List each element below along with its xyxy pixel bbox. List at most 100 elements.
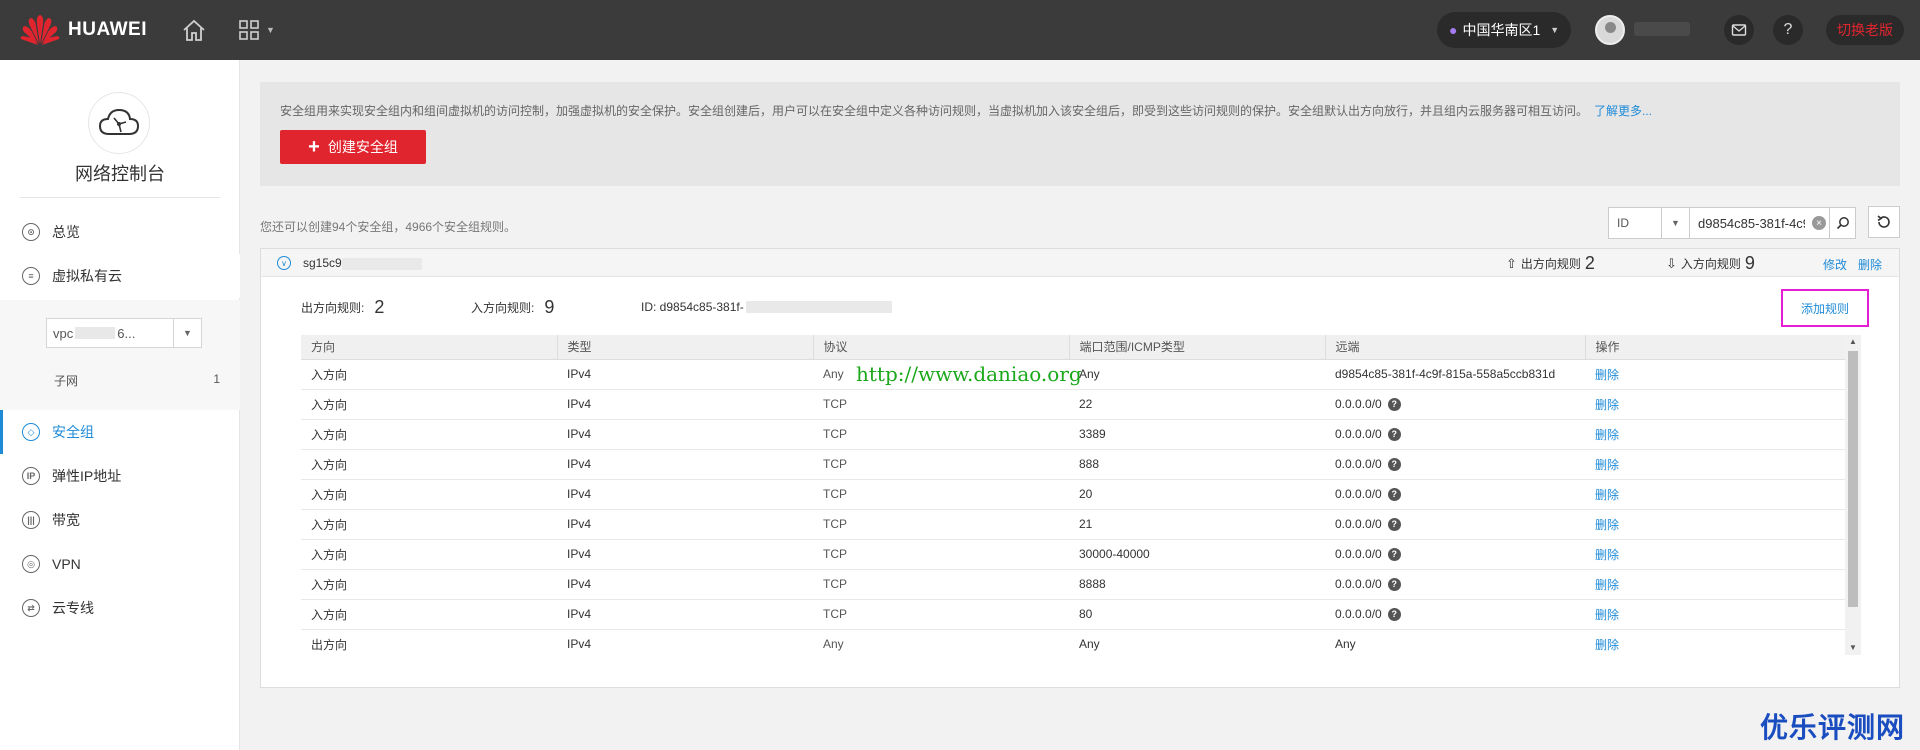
table-cell: 3389 bbox=[1069, 419, 1325, 450]
table-cell: 0.0.0.0/0? bbox=[1325, 599, 1585, 630]
question-icon[interactable]: ? bbox=[1387, 518, 1401, 532]
switch-old-version-button[interactable]: 切换老版 bbox=[1826, 15, 1904, 45]
cell-text: 入方向 bbox=[311, 457, 348, 472]
scroll-down-arrow-icon[interactable]: ▼ bbox=[1845, 641, 1861, 655]
cell-text[interactable]: 删除 bbox=[1595, 578, 1619, 592]
question-icon[interactable]: ? bbox=[1387, 458, 1401, 472]
sidebar-item-eip[interactable]: IP 弹性IP地址 bbox=[0, 454, 240, 498]
cell-text: 0.0.0.0/0 bbox=[1335, 456, 1382, 471]
cell-text[interactable]: 删除 bbox=[1595, 518, 1619, 532]
table-cell: 入方向 bbox=[301, 599, 557, 630]
refresh-button[interactable] bbox=[1868, 206, 1900, 238]
scrollbar-thumb[interactable] bbox=[1848, 351, 1858, 607]
table-row: 入方向 IPv4 TCP 8888 0.0.0.0/0? 删除 bbox=[301, 569, 1845, 600]
cell-text: 888 bbox=[1079, 457, 1100, 471]
delete-group-link[interactable]: 删除 bbox=[1858, 256, 1882, 273]
clear-icon[interactable]: × bbox=[1812, 216, 1826, 230]
info-panel: 安全组用来实现安全组内和组间虚拟机的访问控制，加强虚拟机的安全保护。安全组创建后… bbox=[260, 82, 1900, 186]
question-icon[interactable]: ? bbox=[1387, 608, 1401, 622]
delete-rule-link[interactable]: 删除 bbox=[1585, 629, 1845, 655]
table-row: 入方向 IPv4 TCP 80 0.0.0.0/0? 删除 bbox=[301, 599, 1845, 630]
delete-rule-link[interactable]: 删除 bbox=[1585, 359, 1845, 390]
delete-rule-link[interactable]: 删除 bbox=[1585, 599, 1845, 630]
outbound-rules-stat: 出方向规则: 2 bbox=[301, 297, 384, 318]
delete-rule-link[interactable]: 删除 bbox=[1585, 539, 1845, 570]
direct-connect-icon: ⇄ bbox=[22, 599, 40, 617]
cell-text[interactable]: 删除 bbox=[1595, 608, 1619, 622]
question-icon[interactable]: ? bbox=[1387, 398, 1401, 412]
question-icon[interactable]: ? bbox=[1387, 578, 1401, 592]
delete-rule-link[interactable]: 删除 bbox=[1585, 509, 1845, 540]
watermark-site-name: 优乐评测网 bbox=[1760, 712, 1906, 743]
inbound-rules-stat: 入方向规则: 9 bbox=[471, 297, 554, 318]
mail-icon bbox=[1731, 24, 1747, 36]
edit-group-link[interactable]: 修改 bbox=[1823, 256, 1847, 273]
cell-text[interactable]: 删除 bbox=[1595, 398, 1619, 412]
cell-text[interactable]: 删除 bbox=[1595, 548, 1619, 562]
cell-text: 8888 bbox=[1079, 577, 1106, 591]
cell-text[interactable]: 删除 bbox=[1595, 488, 1619, 502]
info-description: 安全组用来实现安全组内和组间虚拟机的访问控制，加强虚拟机的安全保护。安全组创建后… bbox=[280, 102, 1652, 119]
sidebar-item-vpc[interactable]: ≡ 虚拟私有云 bbox=[0, 254, 240, 298]
sidebar-item-vpn[interactable]: ◎ VPN bbox=[0, 542, 240, 586]
scroll-up-arrow-icon[interactable]: ▲ bbox=[1845, 335, 1861, 349]
service-list-button[interactable]: ▼ bbox=[238, 17, 280, 43]
question-icon[interactable]: ? bbox=[1387, 548, 1401, 562]
cell-text[interactable]: 删除 bbox=[1595, 428, 1619, 442]
table-cell: 8888 bbox=[1069, 569, 1325, 600]
table-cell: TCP bbox=[813, 569, 1069, 600]
chevron-down-icon: ▼ bbox=[1661, 208, 1689, 238]
sidebar-item-overview[interactable]: ⊙ 总览 bbox=[0, 210, 240, 254]
cell-text: 30000-40000 bbox=[1079, 547, 1150, 561]
delete-rule-link[interactable]: 删除 bbox=[1585, 569, 1845, 600]
huawei-logo[interactable]: HUAWEI bbox=[20, 14, 147, 46]
cell-text: TCP bbox=[823, 397, 847, 411]
search-type-select[interactable]: ID ▼ bbox=[1608, 207, 1690, 239]
help-button[interactable]: ? bbox=[1773, 15, 1803, 45]
sidebar-item-direct-connect[interactable]: ⇄ 云专线 bbox=[0, 586, 240, 630]
delete-rule-link[interactable]: 删除 bbox=[1585, 389, 1845, 420]
sidebar-item-bandwidth[interactable]: ||| 带宽 bbox=[0, 498, 240, 542]
sidebar-item-security-group[interactable]: ◇ 安全组 bbox=[0, 410, 240, 454]
cell-text[interactable]: 删除 bbox=[1595, 458, 1619, 472]
stats-inbound-count: 9 bbox=[544, 297, 555, 317]
cell-text: IPv4 bbox=[567, 547, 592, 561]
mail-button[interactable] bbox=[1724, 15, 1754, 45]
stats-outbound-count: 2 bbox=[374, 297, 385, 317]
group-name-prefix: sg15c9 bbox=[303, 256, 342, 270]
delete-rule-link[interactable]: 删除 bbox=[1585, 449, 1845, 480]
vpc-dropdown[interactable]: vpc 6... ▼ bbox=[46, 318, 202, 348]
search-button[interactable] bbox=[1830, 207, 1856, 239]
cell-text: 入方向 bbox=[311, 547, 348, 562]
question-icon[interactable]: ? bbox=[1387, 428, 1401, 442]
delete-rule-link[interactable]: 删除 bbox=[1585, 479, 1845, 510]
cell-text: 0.0.0.0/0 bbox=[1335, 606, 1382, 621]
column-header: 远端 bbox=[1325, 335, 1586, 360]
cell-text: 3389 bbox=[1079, 427, 1106, 441]
add-rule-button[interactable]: 添加规则 bbox=[1781, 289, 1869, 327]
region-selector[interactable]: ● 中国华南区1 ▼ bbox=[1437, 12, 1571, 48]
table-cell: 0.0.0.0/0? bbox=[1325, 449, 1585, 480]
column-header: 操作 bbox=[1585, 335, 1846, 360]
search-input[interactable] bbox=[1690, 207, 1830, 239]
cell-text: IPv4 bbox=[567, 427, 592, 441]
user-avatar[interactable] bbox=[1595, 15, 1625, 45]
sidebar-item-label: VPN bbox=[52, 556, 81, 572]
cell-text[interactable]: 删除 bbox=[1595, 368, 1619, 382]
cell-text: IPv4 bbox=[567, 637, 592, 651]
cell-text: 0.0.0.0/0 bbox=[1335, 576, 1382, 591]
collapse-icon[interactable]: ∨ bbox=[277, 256, 291, 270]
security-group-name[interactable]: sg15c9 bbox=[303, 256, 422, 270]
sidebar-item-subnet[interactable]: 子网 1 bbox=[54, 372, 220, 389]
username-redacted[interactable] bbox=[1634, 22, 1690, 36]
cell-text[interactable]: 删除 bbox=[1595, 638, 1619, 652]
vpc-name-prefix: vpc bbox=[53, 325, 74, 341]
home-button[interactable] bbox=[180, 16, 208, 44]
delete-rule-link[interactable]: 删除 bbox=[1585, 419, 1845, 450]
table-cell: 入方向 bbox=[301, 569, 557, 600]
cell-text: 入方向 bbox=[311, 397, 348, 412]
create-security-group-button[interactable]: + 创建安全组 bbox=[280, 130, 426, 164]
learn-more-link[interactable]: 了解更多... bbox=[1594, 104, 1652, 118]
question-icon[interactable]: ? bbox=[1387, 488, 1401, 502]
table-scrollbar[interactable]: ▲ ▼ bbox=[1845, 335, 1861, 655]
